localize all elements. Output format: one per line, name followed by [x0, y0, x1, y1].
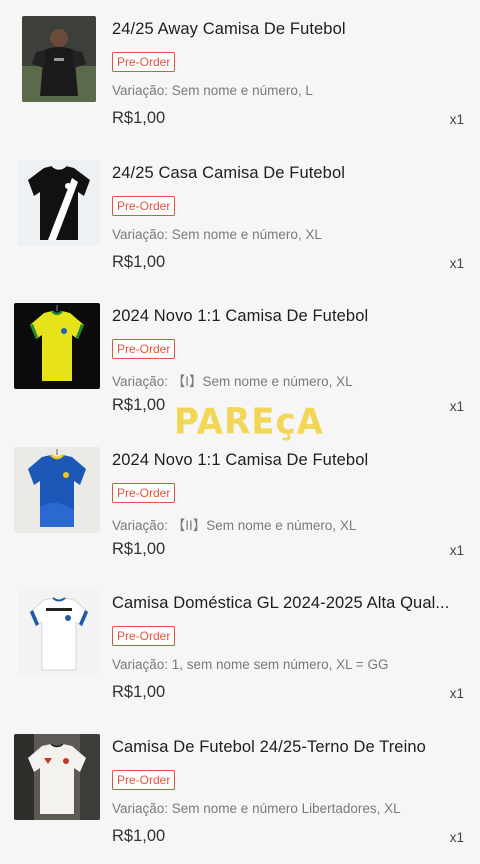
product-variation: Variação: 【II】Sem nome e número, XL: [112, 518, 357, 533]
product-quantity: x1: [449, 399, 464, 414]
order-item[interactable]: 24/25 Away Camisa De Futebol Pre-Order V…: [0, 16, 480, 146]
product-quantity: x1: [449, 543, 464, 558]
pre-order-badge: Pre-Order: [112, 52, 176, 72]
product-title[interactable]: Camisa Doméstica GL 2024-2025 Alta Qual.…: [112, 594, 470, 613]
player-photo-icon: [22, 16, 96, 102]
pre-order-badge: Pre-Order: [112, 770, 176, 790]
product-thumbnail[interactable]: [14, 734, 100, 820]
product-price: R$1,00: [112, 396, 166, 414]
product-title[interactable]: 24/25 Away Camisa De Futebol: [112, 20, 470, 39]
product-title[interactable]: 2024 Novo 1:1 Camisa De Futebol: [112, 307, 470, 326]
product-variation: Variação: 【I】Sem nome e número, XL: [112, 374, 353, 389]
product-variation: Variação: Sem nome e número, XL: [112, 227, 322, 242]
product-price: R$1,00: [112, 253, 166, 271]
pre-order-badge: Pre-Order: [112, 483, 176, 503]
product-thumbnail[interactable]: [14, 303, 100, 389]
order-item[interactable]: Camisa De Futebol 24/25-Terno De Treino …: [0, 734, 480, 864]
product-price: R$1,00: [112, 109, 166, 127]
white-jersey-icon: [18, 590, 100, 676]
pre-order-badge: Pre-Order: [112, 339, 176, 359]
product-variation: Variação: 1, sem nome sem número, XL = G…: [112, 657, 389, 672]
order-item[interactable]: 24/25 Casa Camisa De Futebol Pre-Order V…: [0, 160, 480, 290]
product-thumbnail[interactable]: [18, 590, 100, 676]
yellow-jersey-icon: [14, 303, 100, 389]
product-thumbnail[interactable]: [18, 160, 100, 246]
product-quantity: x1: [449, 830, 464, 845]
product-thumbnail[interactable]: [22, 16, 96, 102]
product-title[interactable]: 2024 Novo 1:1 Camisa De Futebol: [112, 451, 470, 470]
watermark-overlay: PAREçA: [174, 401, 324, 443]
product-variation: Variação: Sem nome e número Libertadores…: [112, 801, 401, 816]
product-quantity: x1: [449, 112, 464, 127]
product-title[interactable]: 24/25 Casa Camisa De Futebol: [112, 164, 470, 183]
product-quantity: x1: [449, 686, 464, 701]
pre-order-badge: Pre-Order: [112, 196, 176, 216]
product-price: R$1,00: [112, 540, 166, 558]
order-item[interactable]: Camisa Doméstica GL 2024-2025 Alta Qual.…: [0, 590, 480, 720]
product-thumbnail[interactable]: [14, 447, 100, 533]
product-variation: Variação: Sem nome e número, L: [112, 83, 313, 98]
pre-order-badge: Pre-Order: [112, 626, 176, 646]
product-price: R$1,00: [112, 683, 166, 701]
product-title[interactable]: Camisa De Futebol 24/25-Terno De Treino: [112, 738, 470, 757]
training-jersey-icon: [14, 734, 100, 820]
product-quantity: x1: [449, 256, 464, 271]
product-price: R$1,00: [112, 827, 166, 845]
blue-jersey-icon: [14, 447, 100, 533]
order-item[interactable]: 2024 Novo 1:1 Camisa De Futebol Pre-Orde…: [0, 447, 480, 577]
black-sash-jersey-icon: [18, 160, 100, 246]
